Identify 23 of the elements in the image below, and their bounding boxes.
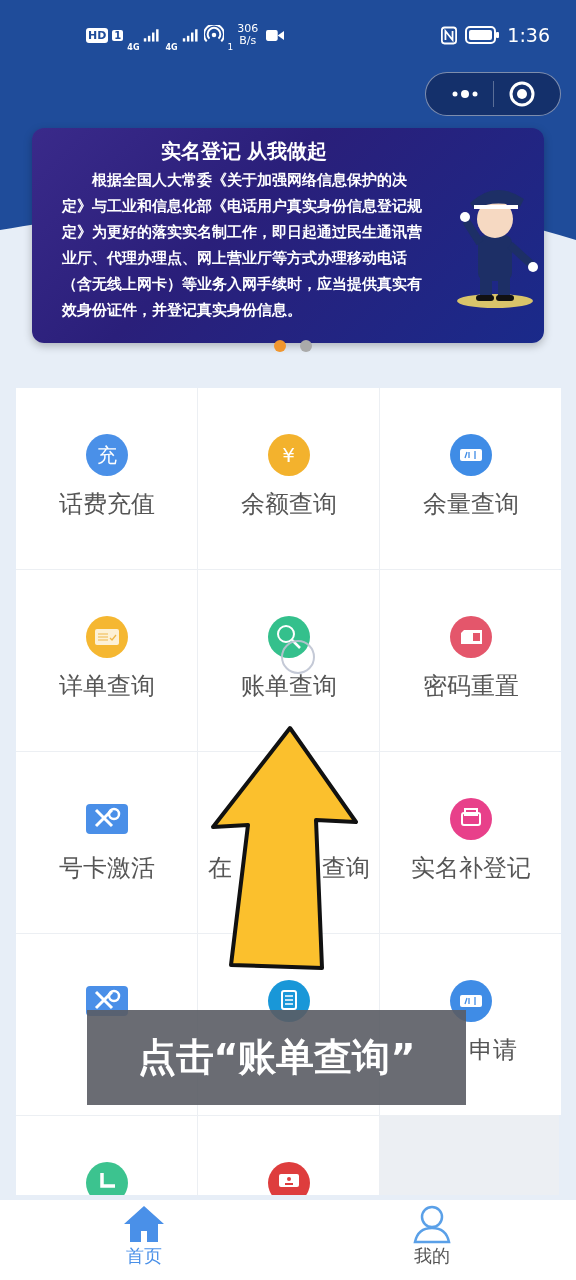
service-label: 号卡激活	[58, 853, 155, 884]
service-label: 密码重置	[422, 671, 519, 702]
service-label: 申请	[468, 1035, 517, 1066]
network-label: 4G	[165, 43, 178, 52]
network-label: 4G	[127, 43, 140, 52]
banner-title: 实名登记 从我做起	[159, 138, 329, 165]
sim-badge: 1	[112, 29, 124, 41]
service-label: 详单查询	[58, 671, 155, 702]
service-label: 实名补登记	[410, 853, 531, 884]
service-icon: ¥	[267, 434, 310, 476]
clock-time: 1:36	[507, 24, 550, 46]
service-label: 话费充值	[58, 489, 155, 520]
service-label: 余额查询	[240, 489, 337, 520]
speed-value: 306	[237, 23, 259, 35]
banner-text: 根据全国人大常委《关于加强网络信息保护的决定》与工业和信息化部《电话用户真实身份信息登记规定》为更好的落实实名制工作，即日起通过民生通讯营业厅、代理办理点、网上营业厅等方式办理移动电话（含无线上网卡）等业务入网手续时，应当提供真实有效身份证件，并登记真实身份信息。	[62, 170, 423, 320]
service-label: 在	[207, 853, 232, 884]
hotspot-count: 1	[227, 42, 234, 52]
speed-unit: B/s	[239, 35, 257, 47]
service-label: 账单查询	[240, 671, 337, 702]
service-label: 余量查询	[422, 489, 519, 520]
service-label: 查询	[321, 853, 370, 884]
service-icon: 充	[85, 434, 128, 476]
caption-toast: 点击“账单查询”	[87, 1010, 466, 1105]
